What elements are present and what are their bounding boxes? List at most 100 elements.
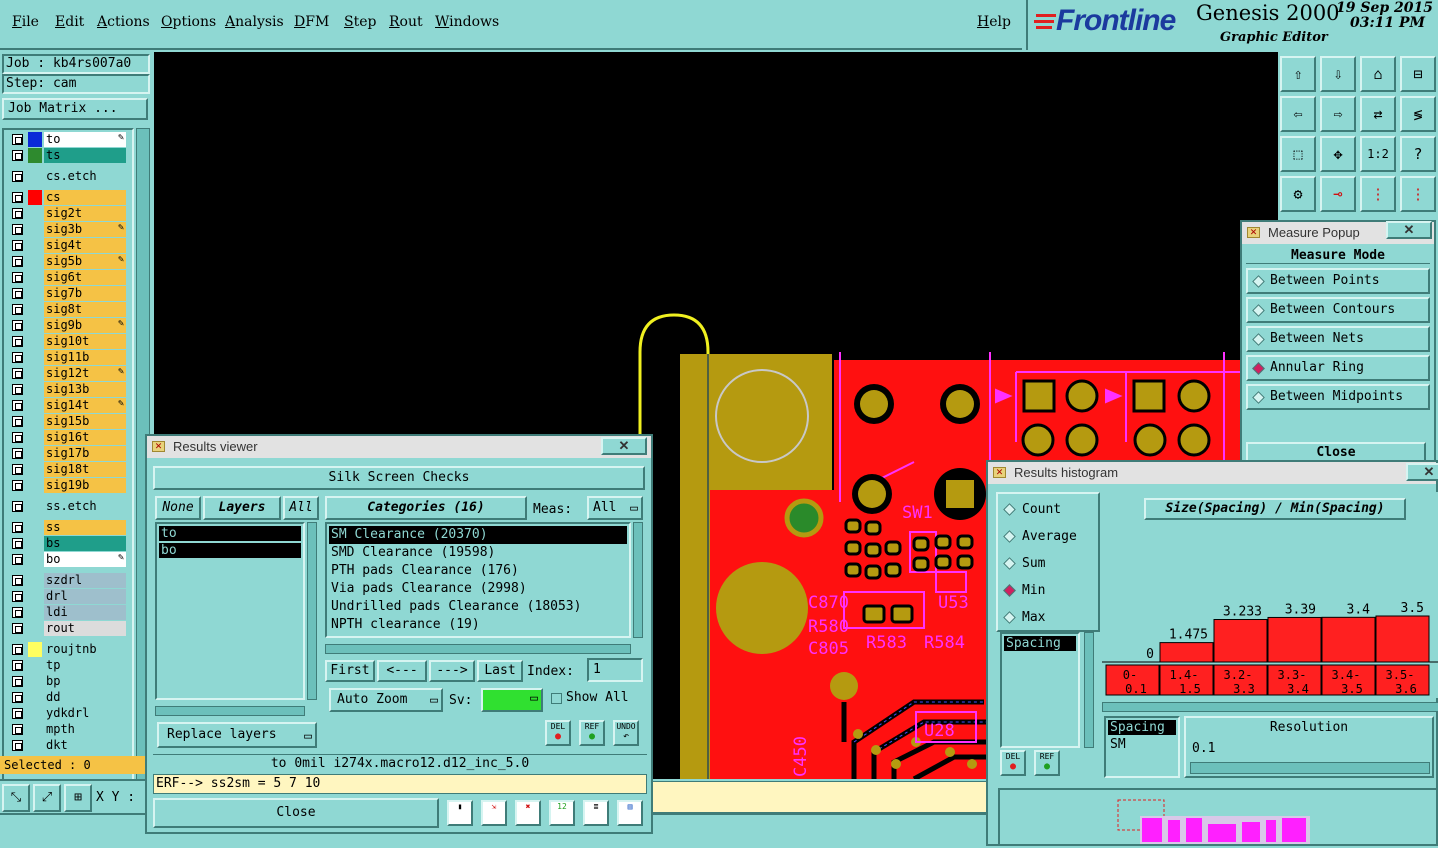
layer-checkbox[interactable] [12, 150, 23, 161]
histogram-mode-option[interactable]: Max [1002, 608, 1098, 628]
layer-row[interactable]: sig12t ✎ [8, 366, 126, 381]
layer-row[interactable]: sig6t [8, 270, 126, 285]
layer-checkbox[interactable] [12, 368, 23, 379]
layer-name[interactable]: szdrl [44, 573, 126, 588]
clear-icon[interactable]: ✖ [515, 800, 541, 826]
layer-name[interactable]: mpth [44, 722, 126, 737]
layer-row[interactable]: ldi [8, 605, 126, 620]
layer-name[interactable]: sig13b [44, 382, 126, 397]
layer-name[interactable]: sig6t [44, 270, 126, 285]
redraw-icon[interactable]: ≶ [1400, 96, 1436, 132]
layer-row[interactable]: mpth [8, 722, 126, 737]
field-selected[interactable]: Spacing [1108, 720, 1176, 735]
net-icon[interactable]: ⋮ [1360, 176, 1396, 212]
settings-icon[interactable]: ⚙ [1280, 176, 1316, 212]
layer-row[interactable]: ss.etch [8, 499, 126, 514]
layer-name[interactable]: bp [44, 674, 126, 689]
menu-edit[interactable]: Edit [55, 14, 84, 30]
histogram-mode-option[interactable]: Count [1002, 500, 1098, 520]
menu-analysis[interactable]: Analysis [225, 14, 284, 30]
layer-name[interactable]: to [44, 132, 126, 147]
page-down-icon[interactable]: ⇩ [1320, 56, 1356, 92]
layer-checkbox[interactable] [12, 432, 23, 443]
layer-row[interactable]: sig19b [8, 478, 126, 493]
layer-name[interactable]: sig19b [44, 478, 126, 493]
layer-row[interactable]: ts [8, 148, 126, 163]
prev-button[interactable]: <--- [377, 660, 427, 682]
histogram-del-button[interactable]: DEL ● [1000, 750, 1026, 776]
layer-row[interactable]: sig9b ✎ [8, 318, 126, 333]
page-right-icon[interactable]: ⇨ [1320, 96, 1356, 132]
layer-checkbox[interactable] [12, 501, 23, 512]
menu-file[interactable]: File [12, 14, 39, 30]
step-icon[interactable]: 12 [549, 800, 575, 826]
layer-row[interactable]: sig4t [8, 238, 126, 253]
report-icon[interactable]: ≣ [583, 800, 609, 826]
measure-option[interactable]: Between Points [1246, 268, 1430, 294]
layer-row[interactable]: bo ✎ [8, 552, 126, 567]
resolution-slider[interactable] [1190, 762, 1430, 774]
layer-name[interactable]: drl [44, 589, 126, 604]
measure-option[interactable]: Annular Ring [1246, 355, 1430, 381]
histogram-mode-option[interactable]: Min [1002, 581, 1098, 601]
layer-checkbox[interactable] [12, 480, 23, 491]
histogram-mode-option[interactable]: Sum [1002, 554, 1098, 574]
histogram-field-item[interactable]: Spacing [1004, 636, 1076, 651]
layer-checkbox[interactable] [12, 134, 23, 145]
layer-checkbox[interactable] [12, 448, 23, 459]
home-icon[interactable]: ⌂ [1360, 56, 1396, 92]
layers-result-item[interactable]: bo [159, 543, 301, 558]
none-button[interactable]: None [155, 496, 201, 520]
layer-row[interactable]: sig11b [8, 350, 126, 365]
show-all-checkbox[interactable] [551, 693, 562, 704]
layer-row[interactable]: sig17b [8, 446, 126, 461]
category-item[interactable]: Undrilled pads Clearance (18053) [329, 598, 627, 616]
sv-dropdown[interactable]: ▭ [481, 688, 543, 712]
layer-checkbox[interactable] [12, 171, 23, 182]
all-button[interactable]: All [283, 496, 319, 520]
layer-name[interactable]: dd [44, 690, 126, 705]
layer-row[interactable]: dkt [8, 738, 126, 753]
layer-checkbox[interactable] [12, 208, 23, 219]
categories-hscroll[interactable] [325, 644, 631, 654]
layer-name[interactable]: sig10t [44, 334, 126, 349]
layer-checkbox[interactable] [12, 192, 23, 203]
layer-name[interactable]: bs [44, 536, 126, 551]
highlight-icon[interactable]: ▮ [447, 800, 473, 826]
categories-vscroll[interactable] [633, 522, 643, 638]
measure-option[interactable]: Between Contours [1246, 297, 1430, 323]
layer-name[interactable]: sig4t [44, 238, 126, 253]
histogram-close-x-icon[interactable]: ✕ [1406, 463, 1438, 481]
measure-close-x-icon[interactable]: ✕ [1386, 221, 1432, 239]
undo-button[interactable]: UNDO ↶ [613, 720, 639, 746]
next-button[interactable]: ---> [429, 660, 475, 682]
del-button[interactable]: DEL ● [545, 720, 571, 746]
layer-row[interactable]: ss [8, 520, 126, 535]
layer-name[interactable]: sig11b [44, 350, 126, 365]
layer-checkbox[interactable] [12, 644, 23, 655]
layer-checkbox[interactable] [12, 660, 23, 671]
layers-hscroll[interactable] [155, 706, 305, 716]
layer-checkbox[interactable] [12, 352, 23, 363]
layer-row[interactable]: sig14t ✎ [8, 398, 126, 413]
layers-result-item[interactable]: to [159, 526, 301, 541]
histogram-bar[interactable] [1159, 642, 1214, 663]
layer-name[interactable]: sig9b [44, 318, 126, 333]
layer-row[interactable]: sig2t [8, 206, 126, 221]
layer-checkbox[interactable] [12, 304, 23, 315]
histogram-hscroll[interactable] [1102, 702, 1438, 712]
layer-name[interactable]: roujtnb [44, 642, 126, 657]
layer-checkbox[interactable] [12, 256, 23, 267]
zoom-fit-icon[interactable]: ⤡ [2, 784, 30, 812]
layer-row[interactable]: sig13b [8, 382, 126, 397]
layer-row[interactable]: ydkdrl [8, 706, 126, 721]
layer-name[interactable]: sig14t [44, 398, 126, 413]
histogram-bar[interactable] [1375, 615, 1430, 663]
zoom-area-icon[interactable]: ⤢ [33, 784, 61, 812]
layer-checkbox[interactable] [12, 623, 23, 634]
category-item[interactable]: PTH pads Clearance (176) [329, 562, 627, 580]
layers-vscroll[interactable] [307, 522, 317, 700]
grid-icon[interactable]: ⊞ [64, 784, 92, 812]
layer-row[interactable]: cs.etch [8, 169, 126, 184]
layer-row[interactable]: tp [8, 658, 126, 673]
